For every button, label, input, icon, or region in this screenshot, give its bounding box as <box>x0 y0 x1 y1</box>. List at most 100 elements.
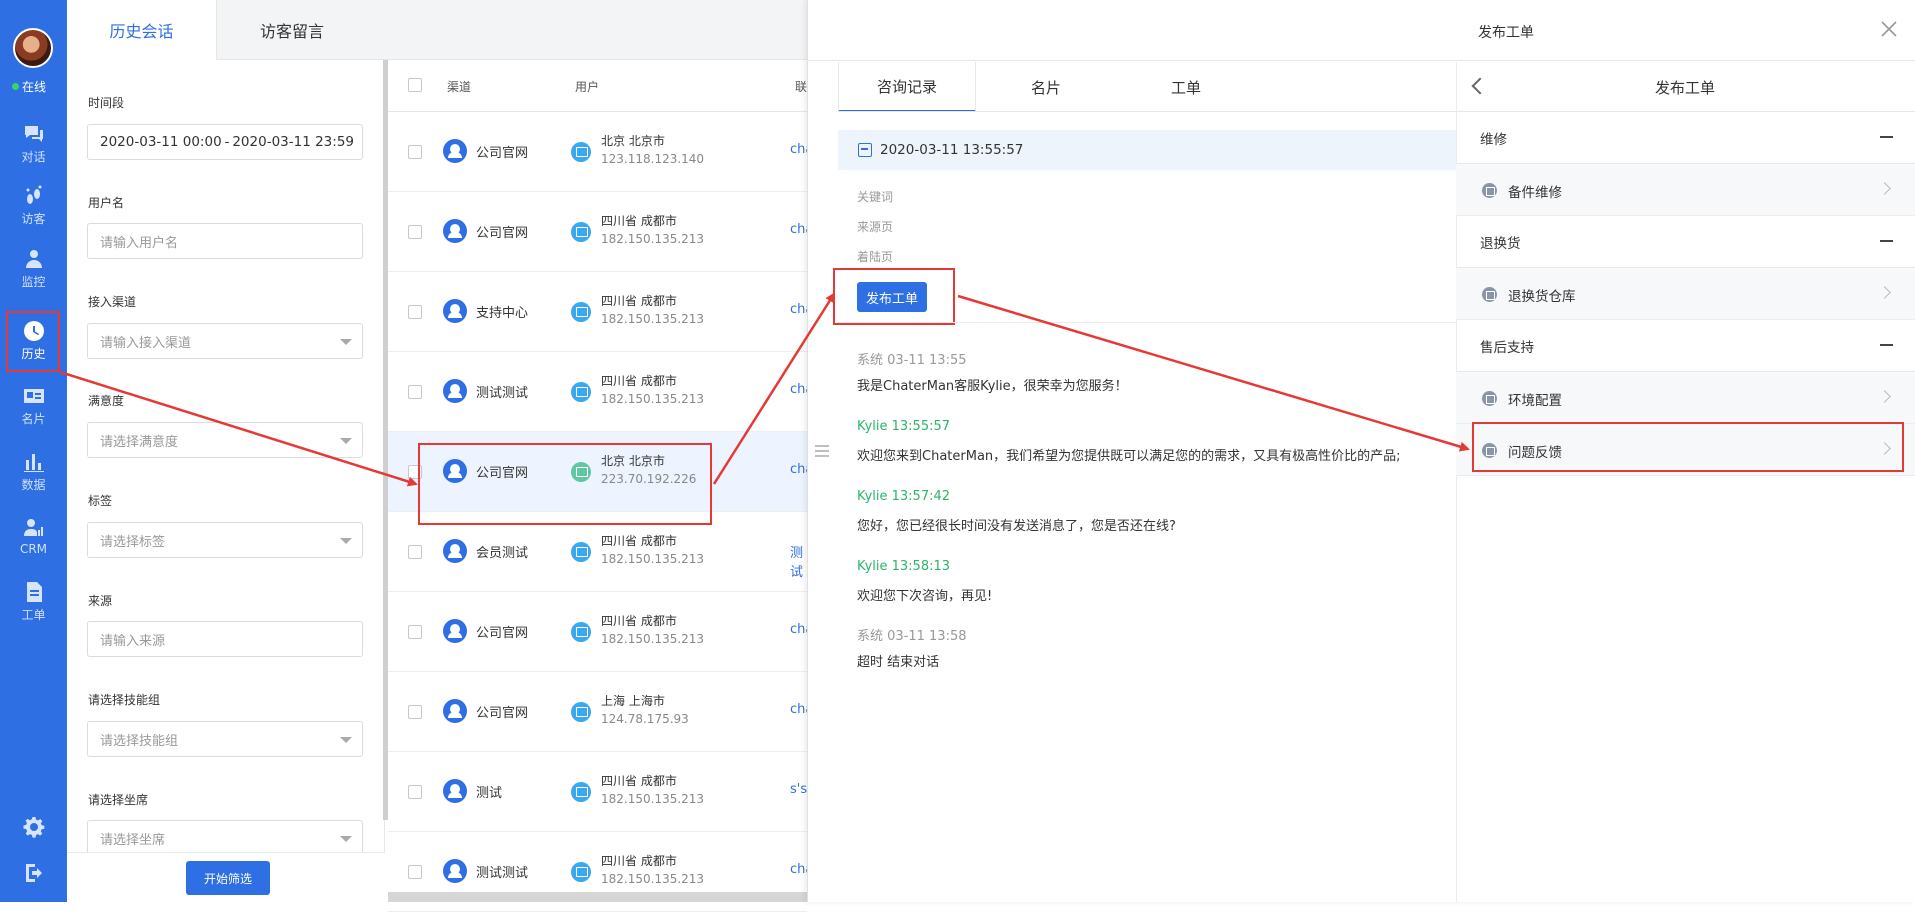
message-header: 系统 03-11 13:58 <box>857 629 967 644</box>
collapse-icon[interactable] <box>1880 344 1893 346</box>
table-row[interactable]: 支持中心 四川省 成都市 182.150.135.213 cha <box>388 272 813 352</box>
meta-keyword: 关键词 <box>857 190 894 204</box>
tab-consult-records[interactable]: 咨询记录 <box>838 62 976 112</box>
seat-select[interactable]: 请选择坐席 <box>87 820 363 856</box>
channel-user-icon <box>443 139 467 163</box>
table-row[interactable]: 公司官网 上海 上海市 124.78.175.93 cha <box>388 672 813 752</box>
tab-history[interactable]: 历史会话 <box>67 0 217 60</box>
ticket-icon <box>26 581 42 602</box>
seat-label: 请选择坐席 <box>88 793 149 807</box>
row-channel: 公司官网 <box>476 706 529 721</box>
source-input[interactable]: 请输入来源 <box>87 621 363 657</box>
row-checkbox[interactable] <box>408 385 422 399</box>
desktop-device-icon <box>571 542 591 562</box>
row-contact[interactable]: s's <box>790 782 807 797</box>
row-location: 四川省 成都市 <box>601 374 677 388</box>
row-checkbox[interactable] <box>408 545 422 559</box>
skill-group-select[interactable]: 请选择技能组 <box>87 721 363 757</box>
channel-placeholder: 请输入接入渠道 <box>100 335 192 351</box>
nav-item-visitor[interactable]: 访客 <box>0 177 67 233</box>
row-location: 四川省 成都市 <box>601 614 677 628</box>
desktop-device-icon <box>571 622 591 642</box>
drag-handle-icon[interactable] <box>815 445 829 457</box>
row-location: 四川省 成都市 <box>601 534 677 548</box>
row-location: 四川省 成都市 <box>601 854 677 868</box>
nav-item-monitor[interactable]: 监控 <box>0 240 67 296</box>
chevron-down-icon <box>340 737 352 743</box>
horizontal-scrollbar[interactable] <box>388 892 807 902</box>
tag-placeholder: 请选择标签 <box>100 534 166 550</box>
nav-item-card[interactable]: 名片 <box>0 377 67 433</box>
satisfaction-select[interactable]: 请选择满意度 <box>87 422 363 458</box>
logout-icon <box>25 864 42 882</box>
row-checkbox[interactable] <box>408 145 422 159</box>
message-header: 系统 03-11 13:55 <box>857 353 967 368</box>
row-channel: 支持中心 <box>476 306 529 321</box>
desktop-device-icon <box>571 862 591 882</box>
collapse-icon[interactable] <box>1880 136 1893 138</box>
tag-select[interactable]: 请选择标签 <box>87 522 363 558</box>
satisfaction-label: 满意度 <box>88 394 125 408</box>
row-checkbox[interactable] <box>408 865 422 879</box>
row-ip: 123.118.123.140 <box>601 152 705 166</box>
work-order-item[interactable]: 备件维修 <box>1456 164 1915 216</box>
drawer-title: 发布工单 <box>1478 25 1534 41</box>
status-label: 在线 <box>22 80 47 94</box>
list-header: 渠道 用户 联 <box>388 60 807 112</box>
avatar[interactable] <box>13 28 53 68</box>
work-order-item[interactable]: 环境配置 <box>1456 372 1915 424</box>
row-location: 四川省 成都市 <box>601 774 677 788</box>
row-checkbox[interactable] <box>408 225 422 239</box>
work-order-group: 维修 <box>1480 132 1507 148</box>
nav-item-crm[interactable]: CRM <box>0 508 67 564</box>
row-location: 四川省 成都市 <box>601 294 677 308</box>
header-contact: 联 <box>795 80 808 94</box>
date-separator: - <box>224 134 230 150</box>
table-row[interactable]: 公司官网 四川省 成都市 182.150.135.213 cha <box>388 192 813 272</box>
close-icon[interactable] <box>1880 20 1898 38</box>
tab-work-order[interactable]: 工单 <box>1116 62 1256 112</box>
header-channel: 渠道 <box>447 80 472 94</box>
online-status[interactable]: 在线 <box>12 78 46 95</box>
chevron-down-icon <box>340 836 352 842</box>
meta-source-page: 来源页 <box>857 220 894 234</box>
start-filter-button[interactable]: 开始筛选 <box>186 861 270 895</box>
channel-user-icon <box>443 699 467 723</box>
row-ip: 182.150.135.213 <box>601 792 705 806</box>
desktop-device-icon <box>571 222 591 242</box>
nav-item-chat[interactable]: 对话 <box>0 115 67 171</box>
logout-button[interactable] <box>0 846 67 902</box>
username-placeholder: 请输入用户名 <box>100 235 179 251</box>
work-order-item[interactable]: 退换货仓库 <box>1456 268 1915 320</box>
channel-select[interactable]: 请输入接入渠道 <box>87 323 363 359</box>
message-header: Kylie 13:58:13 <box>857 559 951 574</box>
tab-card[interactable]: 名片 <box>976 62 1116 112</box>
date-range-input[interactable]: 2020-03-11 00:00 - 2020-03-11 23:59 <box>87 124 363 160</box>
table-row[interactable]: 公司官网 四川省 成都市 182.150.135.213 cha <box>388 592 813 672</box>
channel-user-icon <box>443 779 467 803</box>
row-checkbox[interactable] <box>408 305 422 319</box>
tab-visitor-messages[interactable]: 访客留言 <box>217 0 367 60</box>
work-order-title: 发布工单 <box>1655 79 1716 97</box>
collapse-icon[interactable] <box>1880 240 1893 242</box>
row-checkbox[interactable] <box>408 705 422 719</box>
table-row[interactable]: 测试测试 四川省 成都市 182.150.135.213 cha <box>388 352 813 432</box>
username-input[interactable]: 请输入用户名 <box>87 223 363 259</box>
row-channel: 公司官网 <box>476 226 529 241</box>
table-row[interactable]: 测试 四川省 成都市 182.150.135.213 s's <box>388 752 807 832</box>
row-checkbox[interactable] <box>408 625 422 639</box>
row-contact[interactable]: 测试 <box>790 542 807 580</box>
session-date: 2020-03-11 13:55:57 <box>880 142 1024 158</box>
work-order-group: 退换货 <box>1480 236 1521 252</box>
desktop-device-icon <box>571 302 591 322</box>
highlight-box-feedback <box>1472 422 1904 472</box>
nav-item-ticket[interactable]: 工单 <box>0 573 67 629</box>
divider <box>807 60 1915 61</box>
select-all-checkbox[interactable] <box>408 78 422 92</box>
source-label: 来源 <box>88 594 113 608</box>
table-row[interactable]: 公司官网 北京 北京市 123.118.123.140 cha <box>388 112 813 192</box>
desktop-device-icon <box>571 702 591 722</box>
nav-item-data[interactable]: 数据 <box>0 443 67 499</box>
row-checkbox[interactable] <box>408 785 422 799</box>
bar-chart-icon <box>23 453 44 472</box>
